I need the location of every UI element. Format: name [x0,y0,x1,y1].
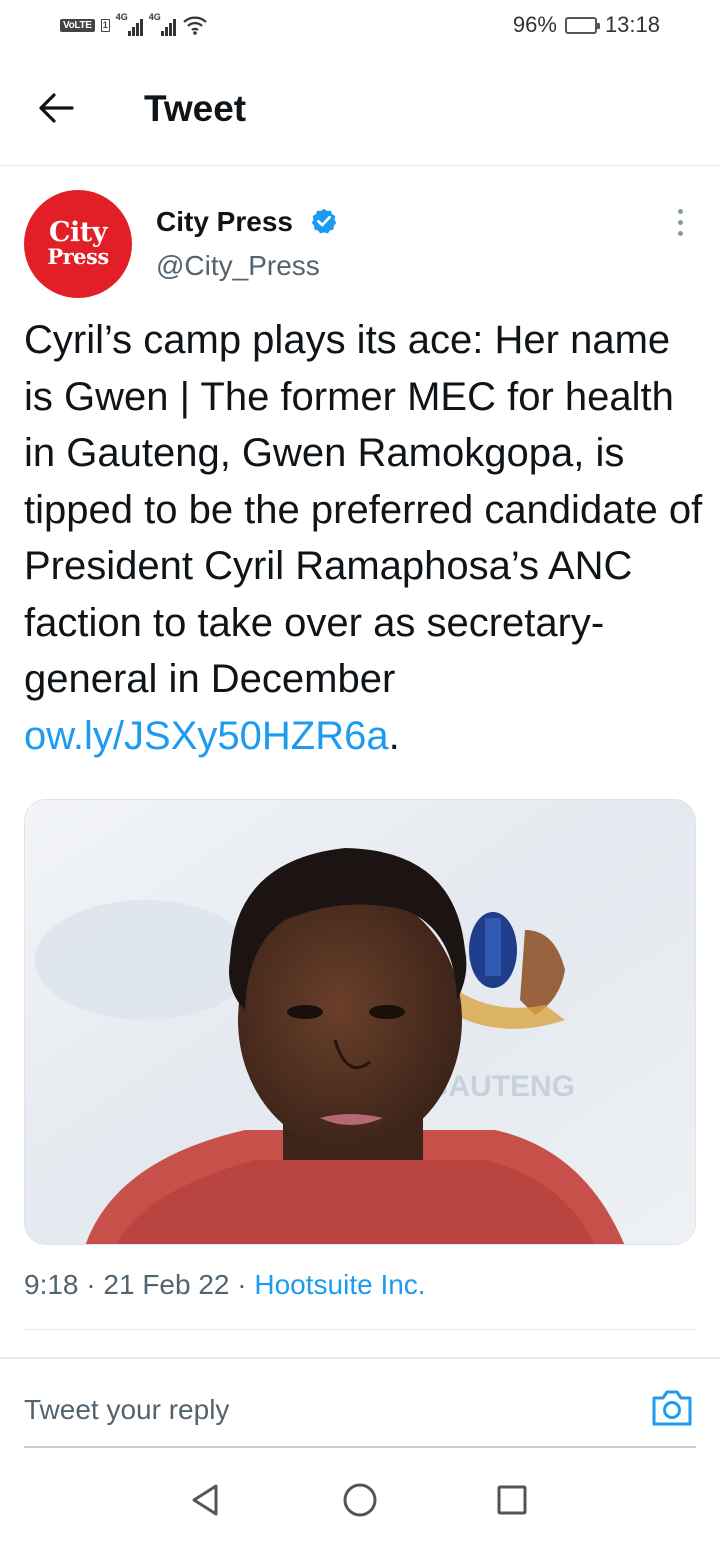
system-nav-bar [0,1460,720,1541]
tweet-photo[interactable]: GAUTENG [24,799,696,1245]
meta-separator: · [237,1269,247,1300]
avatar-logo-line1: City [49,217,107,248]
status-bar: VoLTE 1 4G 4G 96% 13:18 [0,0,720,54]
tweet-source-link[interactable]: Hootsuite Inc. [254,1269,425,1300]
more-vertical-icon [677,208,683,214]
tweet-meta: 9:18 · 21 Feb 22 · Hootsuite Inc. [24,1269,426,1301]
back-button[interactable] [34,86,78,130]
tweet-time: 9:18 [24,1269,79,1300]
signal-icon: 4G [148,12,176,36]
photo-image: GAUTENG [25,800,695,1244]
nav-recents-button[interactable] [490,1478,534,1522]
tweet-text-end: . [388,713,400,758]
network-type: 4G [148,12,161,22]
nav-back-button[interactable] [183,1478,227,1522]
status-left: VoLTE 1 4G 4G [60,12,208,36]
back-triangle-icon [192,1484,218,1516]
author-handle[interactable]: @City_Press [156,250,320,282]
sim-indicator: 1 [100,18,110,32]
battery-icon [564,16,600,34]
nav-home-button[interactable] [338,1478,382,1522]
divider [24,1329,696,1330]
page-title: Tweet [144,88,247,129]
battery-percent: 96% [512,12,557,37]
reply-underline [24,1446,696,1448]
reply-input[interactable] [24,1388,624,1432]
arrow-left-icon [39,93,74,123]
volte-badge: VoLTE [60,18,95,32]
signal-icon: 4G [115,12,143,36]
more-options-button[interactable] [664,204,696,240]
avatar[interactable]: City Press [24,190,132,298]
divider [0,1357,720,1359]
author-name[interactable]: City Press [156,206,293,238]
tweet-date: 21 Feb 22 [103,1269,230,1300]
tweet-link[interactable]: ow.ly/JSXy50HZR6a [24,714,389,758]
meta-separator: · [86,1269,96,1300]
home-circle-icon [343,1483,377,1517]
status-right: 96% 13:18 [513,12,660,38]
tweet-body: Cyril’s camp plays its ace: Her name is … [24,318,703,701]
top-app-bar: Tweet [0,56,720,166]
recents-square-icon [497,1485,527,1515]
clock: 13:18 [604,12,660,37]
camera-icon [652,1390,692,1426]
avatar-logo-line2: Press [47,244,109,269]
network-type: 4G [115,12,128,22]
verified-badge-icon [311,208,337,234]
tweet-text: Cyril’s camp plays its ace: Her name is … [24,312,704,764]
wifi-icon [182,16,207,35]
camera-button[interactable] [650,1388,694,1428]
